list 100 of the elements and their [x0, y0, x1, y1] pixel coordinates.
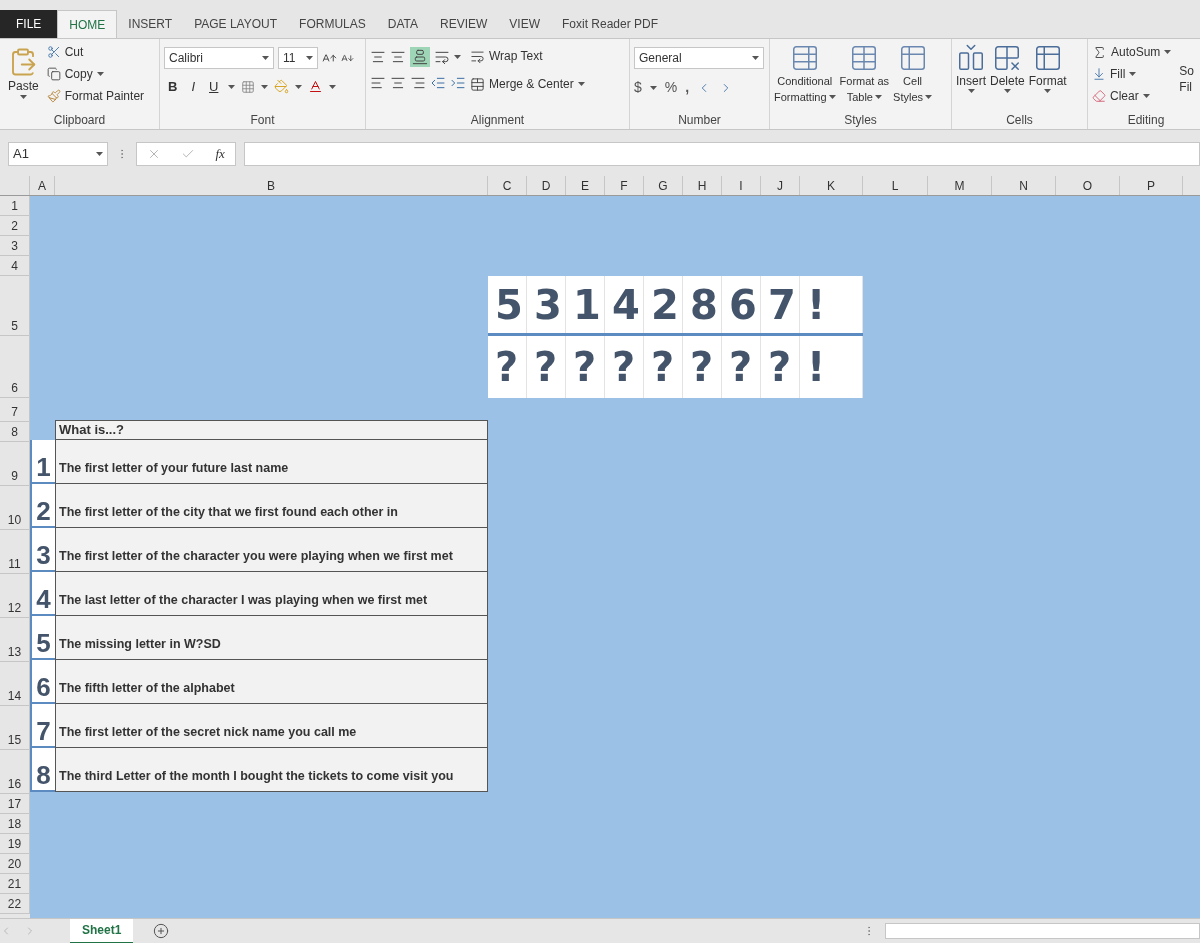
number-format-field[interactable]: General	[634, 47, 764, 69]
format-painter-button[interactable]: Format Painter	[46, 87, 145, 105]
ribbon-tab[interactable]: INSERT	[117, 10, 184, 38]
puzzle-cell: 7	[761, 276, 800, 333]
puzzle-cell: ?	[488, 336, 527, 398]
ribbon-tab[interactable]: HOME	[57, 10, 118, 38]
puzzle-cell: 6	[722, 276, 761, 333]
column-header[interactable]: J	[761, 176, 800, 195]
add-sheet-icon	[153, 923, 170, 939]
ribbon-tab[interactable]: Foxit Reader PDF	[551, 10, 670, 38]
insert-function-button[interactable]: fx	[215, 144, 225, 164]
group-label: Clipboard	[52, 112, 107, 129]
caret-icon	[454, 55, 461, 59]
copy-button[interactable]: Copy	[46, 65, 145, 83]
caret-icon	[925, 95, 933, 99]
cut-button[interactable]: Cut	[46, 43, 145, 61]
group-label: Font	[249, 112, 276, 129]
question-cell: The missing letter in W?SD	[55, 616, 488, 660]
comma-button[interactable]: ,	[685, 77, 690, 98]
question-cell: The third Letter of the month I bought the tickets to come visit you	[55, 748, 488, 792]
sort-filter-label[interactable]: Fil	[1179, 79, 1195, 95]
check-icon	[181, 147, 196, 161]
column-header[interactable]: H	[683, 176, 722, 195]
align-bottom-icon[interactable]	[410, 47, 430, 67]
group-label: Editing	[1126, 112, 1166, 129]
column-header[interactable]: O	[1056, 176, 1120, 195]
formula-field[interactable]	[244, 142, 1200, 166]
column-header[interactable]: E	[566, 176, 605, 195]
wrap-text-button[interactable]: Wrap Text	[470, 47, 585, 65]
column-header[interactable]: G	[644, 176, 683, 195]
clear-button[interactable]: Clear	[1092, 87, 1172, 105]
column-header[interactable]: D	[527, 176, 566, 195]
borders-icon	[241, 79, 256, 94]
caret-icon	[875, 95, 882, 99]
column-header[interactable]: K	[800, 176, 863, 195]
number-cell: 3	[30, 528, 55, 572]
align-right-icon	[410, 75, 426, 91]
number-cell: 4	[30, 572, 55, 616]
styles-button[interactable]: Conditional Formatting	[774, 43, 836, 111]
horizontal-scrollbar[interactable]	[885, 923, 1200, 939]
percent-button[interactable]: %	[664, 77, 678, 98]
styles-button[interactable]: Format as Table	[839, 43, 890, 111]
caret-icon	[262, 56, 269, 60]
font-color-icon	[308, 79, 324, 95]
bold-button[interactable]: B	[164, 77, 182, 97]
question-cell: The fifth letter of the alphabet	[55, 660, 488, 704]
puzzle-cell: ?	[644, 336, 683, 398]
column-header[interactable]: F	[605, 176, 644, 195]
caret-icon	[577, 82, 585, 86]
column-header[interactable]: C	[488, 176, 527, 195]
question-cell: The first letter of the secret nick name you call me	[55, 704, 488, 748]
decrease-indent-icon	[430, 75, 446, 91]
paintbrush-icon	[46, 89, 61, 103]
merge-center-button[interactable]: Merge & Center	[470, 75, 585, 93]
puzzle-cell: ?	[527, 336, 566, 398]
sort-filter-label[interactable]: So	[1179, 63, 1195, 79]
file-tab[interactable]: FILE	[0, 10, 58, 38]
column-header[interactable]: L	[863, 176, 928, 195]
fill-down-icon	[1092, 67, 1106, 81]
italic-button[interactable]: I	[187, 77, 199, 97]
question-cell: The first letter of the city that we first found each other in	[55, 484, 488, 528]
caret-icon	[1142, 94, 1150, 98]
column-header[interactable]: I	[722, 176, 761, 195]
caret-icon	[1044, 89, 1052, 93]
column-header[interactable]: B	[55, 176, 488, 195]
align-center-icon	[390, 75, 406, 91]
font-size-field[interactable]: 11	[278, 47, 318, 69]
cells-button[interactable]: Insert	[956, 43, 986, 111]
group-label: Cells	[1005, 112, 1034, 129]
font-name-field[interactable]: Calibri	[164, 47, 274, 69]
increase-indent-icon	[450, 75, 466, 91]
fill-button[interactable]: Fill	[1092, 65, 1172, 83]
column-header[interactable]: P	[1120, 176, 1183, 195]
sigma-icon	[1092, 44, 1107, 60]
ribbon-tab[interactable]: VIEW	[498, 10, 551, 38]
number-cell: 5	[30, 616, 55, 660]
column-header[interactable]: M	[928, 176, 992, 195]
ribbon-tab[interactable]: PAGE LAYOUT	[183, 10, 289, 38]
caret-icon	[1003, 89, 1011, 93]
grid-icon	[956, 43, 986, 73]
currency-button[interactable]: $	[634, 77, 642, 98]
column-header[interactable]: A	[30, 176, 55, 195]
styles-button[interactable]: Cell Styles	[893, 43, 933, 111]
name-box[interactable]: A1	[8, 142, 108, 166]
ribbon-tab[interactable]: DATA	[376, 10, 429, 38]
column-header[interactable]: N	[992, 176, 1056, 195]
ribbon-tab[interactable]: REVIEW	[429, 10, 499, 38]
cells-button[interactable]: Delete	[990, 43, 1025, 111]
ribbon-tab[interactable]: FORMULAS	[288, 10, 377, 38]
puzzle-cell: 4	[605, 276, 644, 333]
puzzle-cell: ?	[566, 336, 605, 398]
align-left-icon	[370, 75, 386, 91]
sheet-tab[interactable]: Sheet1	[70, 918, 134, 943]
underline-button[interactable]: U	[205, 77, 223, 97]
puzzle-cell: 2	[644, 276, 683, 333]
paste-button[interactable]: Paste	[4, 43, 43, 111]
merge-icon	[470, 76, 485, 92]
cells-button[interactable]: Format	[1028, 43, 1067, 111]
autosum-button[interactable]: AutoSum	[1092, 43, 1172, 61]
caret-icon	[329, 84, 337, 89]
